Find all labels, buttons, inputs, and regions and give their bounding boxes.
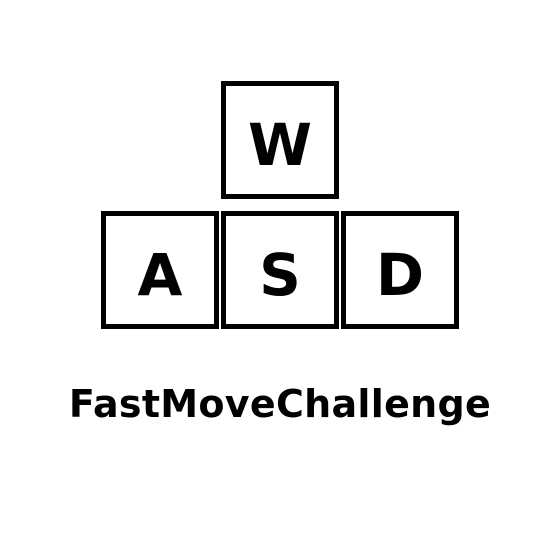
key-d-label: D <box>375 241 425 309</box>
key-a: A <box>101 211 219 329</box>
logo-canvas: W A S D FastMoveChallenge <box>0 0 560 560</box>
key-w: W <box>221 81 339 199</box>
key-w-label: W <box>248 111 312 179</box>
app-title: FastMoveChallenge <box>68 382 492 426</box>
key-s-label: S <box>259 241 301 309</box>
key-d: D <box>341 211 459 329</box>
key-a-label: A <box>137 241 183 309</box>
key-s: S <box>221 211 339 329</box>
